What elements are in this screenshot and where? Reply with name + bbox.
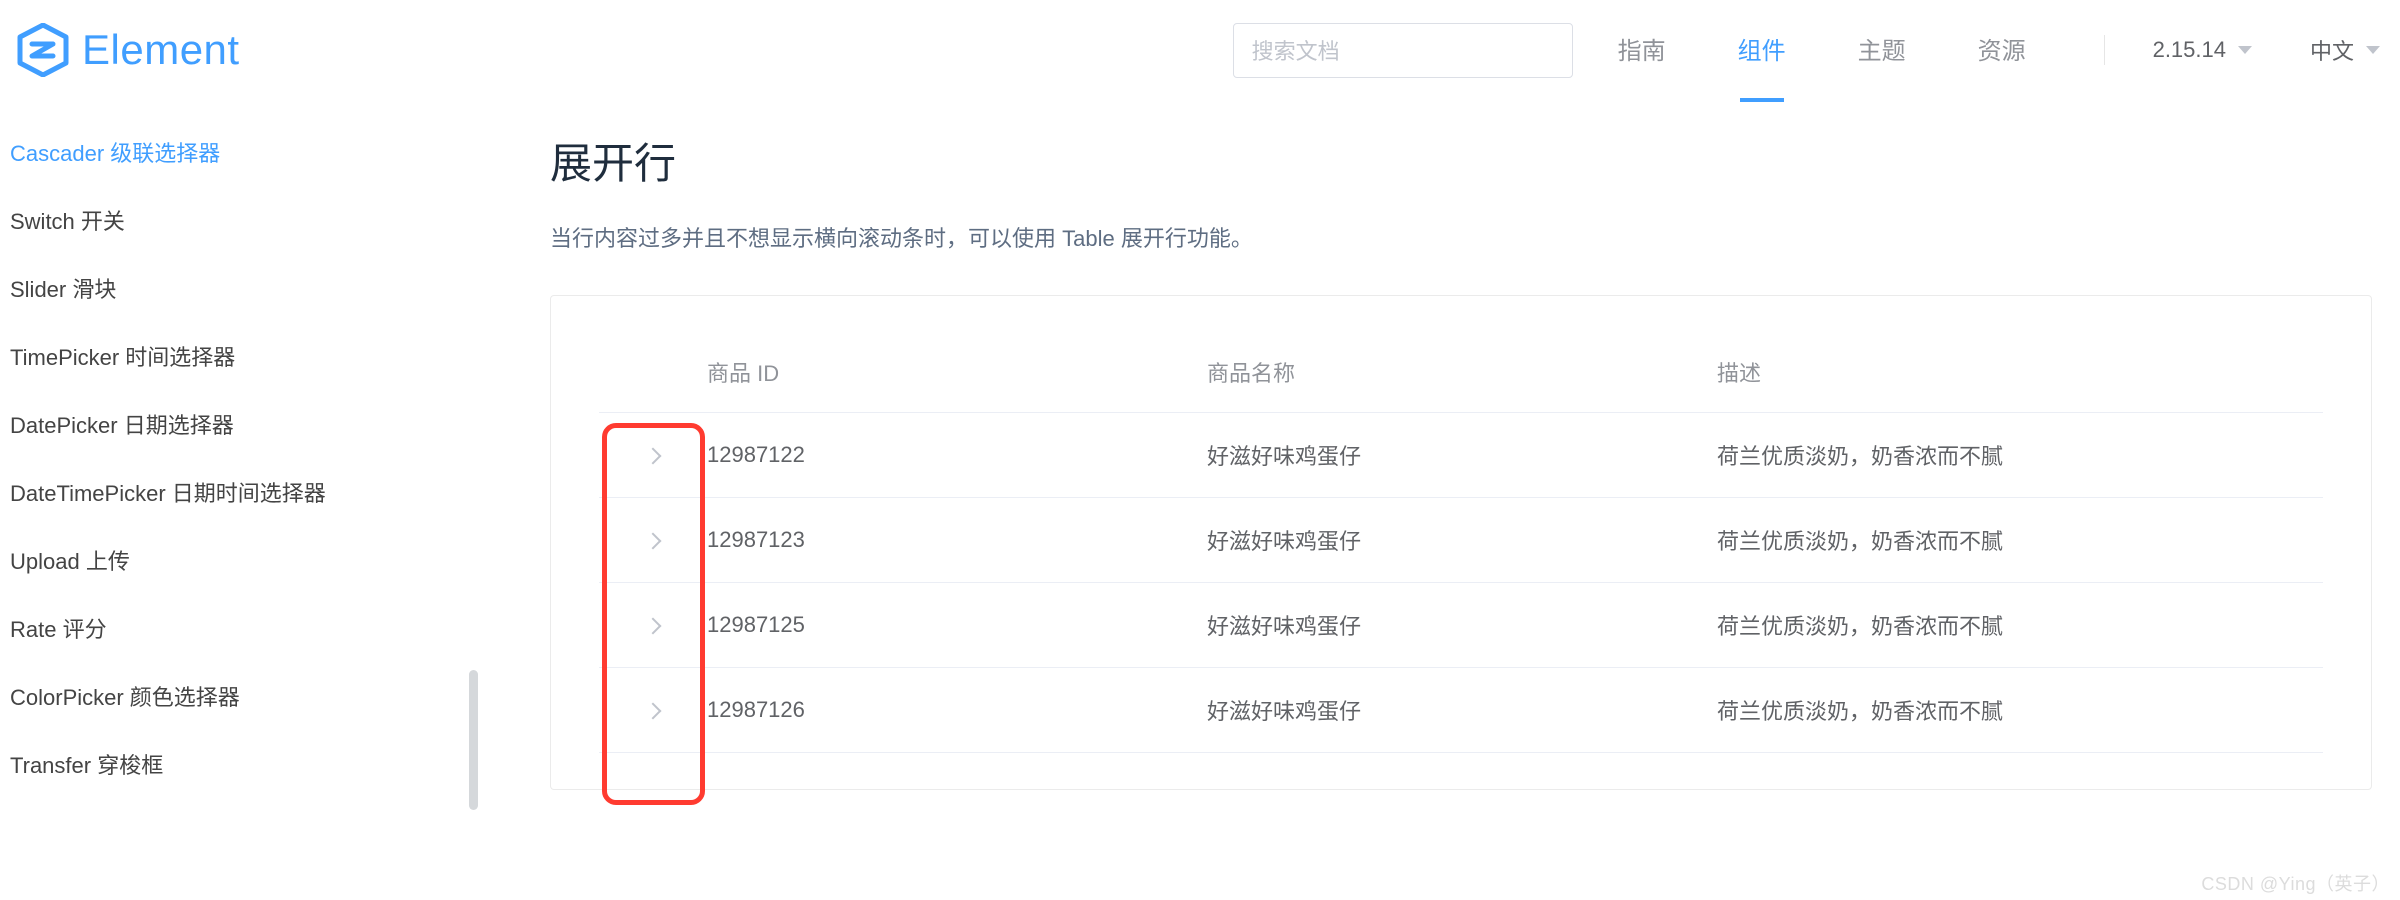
sidebar-item-rate[interactable]: Rate 评分 [10,594,480,662]
cell-desc: 荷兰优质淡奶，奶香浓而不腻 [1717,583,2323,668]
cell-name: 好滋好味鸡蛋仔 [1207,498,1717,583]
language-label: 中文 [2310,34,2354,66]
brand-logo[interactable]: Element [16,23,240,77]
expand-toggle-icon[interactable] [645,533,662,550]
section-description: 当行内容过多并且不想显示横向滚动条时，可以使用 Table 展开行功能。 [550,221,2372,253]
cell-desc: 荷兰优质淡奶，奶香浓而不腻 [1717,498,2323,583]
top-header: Element 搜索文档 指南 组件 主题 资源 2.15.14 中文 [0,0,2400,100]
version-label: 2.15.14 [2153,37,2226,63]
main-content: 展开行 当行内容过多并且不想显示横向滚动条时，可以使用 Table 展开行功能。… [480,100,2400,798]
top-nav: 指南 组件 主题 资源 [1618,31,2026,70]
demo-container: 商品 ID 商品名称 描述 12987122 好滋好味鸡蛋仔 荷兰优质淡奶，奶香… [550,295,2372,790]
table-row: 12987123 好滋好味鸡蛋仔 荷兰优质淡奶，奶香浓而不腻 [599,498,2323,583]
sidebar-item-switch[interactable]: Switch 开关 [10,186,480,254]
expand-toggle-icon[interactable] [645,448,662,465]
nav-guide[interactable]: 指南 [1618,31,1666,70]
chevron-down-icon [2238,46,2252,54]
header-desc: 描述 [1717,332,2323,413]
element-logo-icon [16,23,70,77]
language-selector[interactable]: 中文 [2310,34,2380,66]
nav-resource[interactable]: 资源 [1978,31,2026,70]
version-selector[interactable]: 2.15.14 [2153,37,2252,63]
section-title: 展开行 [550,130,2372,191]
cell-id: 12987123 [707,498,1207,583]
sidebar-item-datetimepicker[interactable]: DateTimePicker 日期时间选择器 [10,458,480,526]
sidebar-item-datepicker[interactable]: DatePicker 日期选择器 [10,390,480,458]
data-table: 商品 ID 商品名称 描述 12987122 好滋好味鸡蛋仔 荷兰优质淡奶，奶香… [599,332,2323,753]
chevron-down-icon [2366,46,2380,54]
table-row: 12987125 好滋好味鸡蛋仔 荷兰优质淡奶，奶香浓而不腻 [599,583,2323,668]
nav-component[interactable]: 组件 [1738,31,1786,70]
divider [2104,35,2105,65]
cell-name: 好滋好味鸡蛋仔 [1207,583,1717,668]
sidebar-item-slider[interactable]: Slider 滑块 [10,254,480,322]
header-name: 商品名称 [1207,332,1717,413]
table-row: 12987122 好滋好味鸡蛋仔 荷兰优质淡奶，奶香浓而不腻 [599,413,2323,498]
watermark: CSDN @Ying（英子） [2201,870,2390,896]
cell-id: 12987125 [707,583,1207,668]
header-id: 商品 ID [707,332,1207,413]
cell-id: 12987122 [707,413,1207,498]
nav-theme[interactable]: 主题 [1858,31,1906,70]
sidebar-item-colorpicker[interactable]: ColorPicker 颜色选择器 [10,662,480,730]
scrollbar-thumb[interactable] [469,670,478,810]
table-header-row: 商品 ID 商品名称 描述 [599,332,2323,413]
sidebar-item-transfer[interactable]: Transfer 穿梭框 [10,730,480,798]
table-row: 12987126 好滋好味鸡蛋仔 荷兰优质淡奶，奶香浓而不腻 [599,668,2323,753]
expand-toggle-icon[interactable] [645,703,662,720]
cell-desc: 荷兰优质淡奶，奶香浓而不腻 [1717,413,2323,498]
expand-toggle-icon[interactable] [645,618,662,635]
sidebar-item-cascader[interactable]: Cascader 级联选择器 [10,118,480,186]
search-placeholder: 搜索文档 [1252,34,1340,66]
cell-id: 12987126 [707,668,1207,753]
sidebar-item-upload[interactable]: Upload 上传 [10,526,480,594]
cell-desc: 荷兰优质淡奶，奶香浓而不腻 [1717,668,2323,753]
sidebar: Cascader 级联选择器 Switch 开关 Slider 滑块 TimeP… [0,100,480,798]
search-input[interactable]: 搜索文档 [1233,23,1573,78]
cell-name: 好滋好味鸡蛋仔 [1207,668,1717,753]
cell-name: 好滋好味鸡蛋仔 [1207,413,1717,498]
sidebar-item-timepicker[interactable]: TimePicker 时间选择器 [10,322,480,390]
brand-name: Element [82,26,240,74]
